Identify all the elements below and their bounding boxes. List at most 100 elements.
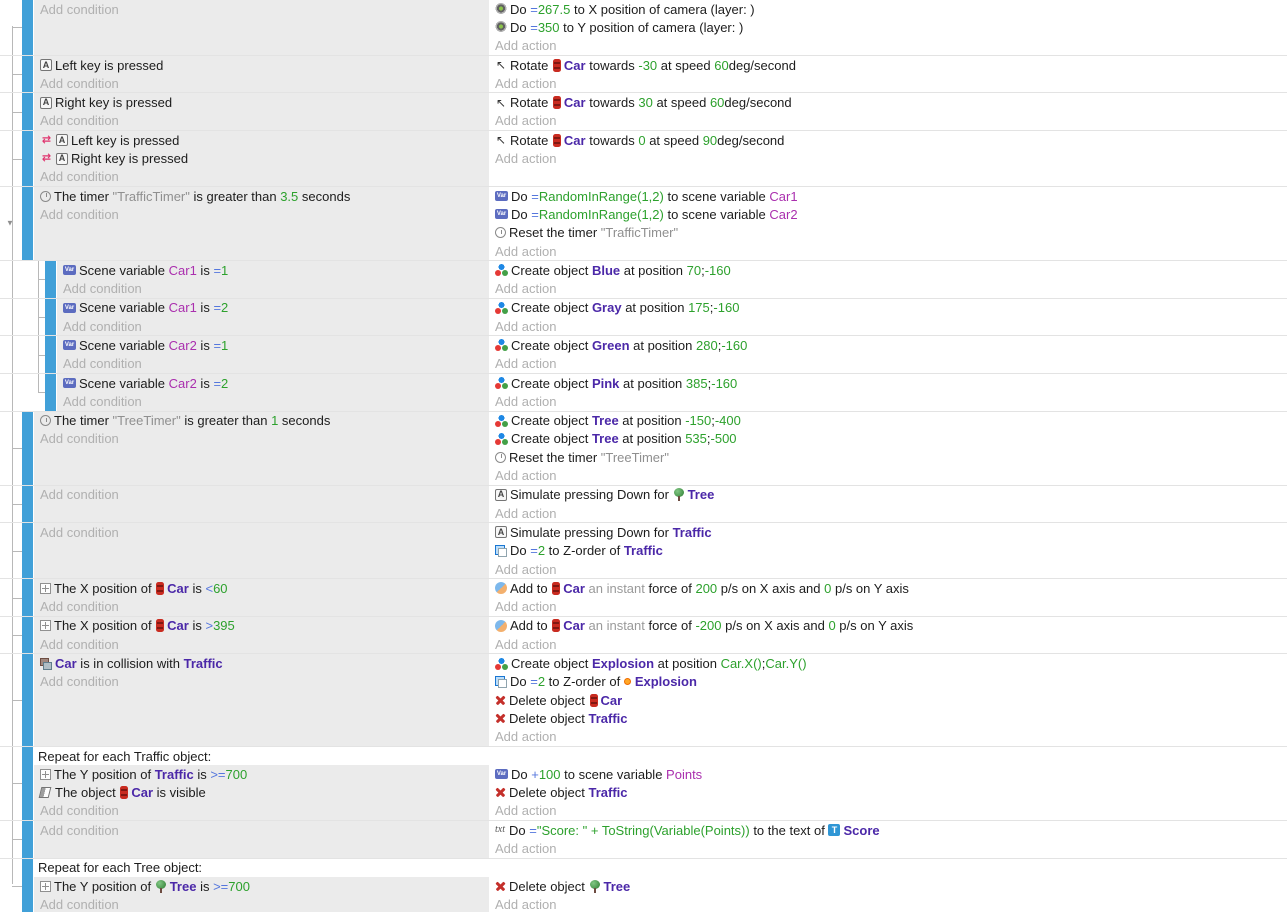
repeat-header[interactable]: Repeat for each Traffic object:	[34, 747, 1287, 765]
event-selection-bar[interactable]	[22, 654, 33, 745]
add-action-button[interactable]: Add action	[491, 895, 1287, 912]
add-condition-button[interactable]: Add condition	[57, 317, 489, 335]
add-action-button[interactable]: Add action	[491, 504, 1287, 522]
add-action-button[interactable]: Add action	[491, 74, 1287, 92]
action[interactable]: Do =267.5 to X position of camera (layer…	[491, 0, 1287, 18]
add-action-button[interactable]: Add action	[491, 728, 1287, 746]
event-selection-bar[interactable]	[22, 187, 33, 260]
event-sheet[interactable]: Add conditionDo =267.5 to X position of …	[0, 0, 1287, 912]
add-condition-button[interactable]: Add condition	[34, 821, 489, 839]
event-selection-bar[interactable]	[22, 93, 33, 130]
event-selection-bar[interactable]	[45, 374, 56, 411]
condition[interactable]: The Y position of Traffic is >=700	[34, 765, 489, 783]
event-selection-bar[interactable]	[22, 617, 33, 654]
condition[interactable]: The X position of Car is >395	[34, 617, 489, 635]
action[interactable]: Create object Tree at position -150;-400	[491, 412, 1287, 430]
condition[interactable]: ⇄ALeft key is pressed	[34, 131, 489, 149]
condition[interactable]: ALeft key is pressed	[34, 56, 489, 74]
event-selection-bar[interactable]	[45, 261, 56, 298]
action[interactable]: ↖Rotate Car towards 0 at speed 90deg/sec…	[491, 131, 1287, 149]
event-selection-bar[interactable]	[22, 523, 33, 578]
add-condition-button[interactable]: Add condition	[34, 0, 489, 18]
add-action-button[interactable]: Add action	[491, 149, 1287, 167]
condition[interactable]: The Y position of Tree is >=700	[34, 877, 489, 895]
action[interactable]: ↖Rotate Car towards 30 at speed 60deg/se…	[491, 93, 1287, 111]
add-action-button[interactable]: Add action	[491, 355, 1287, 373]
event-selection-bar[interactable]	[45, 336, 56, 373]
add-action-button[interactable]: Add action	[491, 112, 1287, 130]
add-condition-button[interactable]: Add condition	[57, 392, 489, 410]
add-action-button[interactable]: Add action	[491, 635, 1287, 653]
add-condition-button[interactable]: Add condition	[34, 635, 489, 653]
add-action-button[interactable]: Add action	[491, 279, 1287, 297]
condition[interactable]: VarScene variable Car1 is =2	[57, 299, 489, 317]
action[interactable]: Add to Car an instant force of 200 p/s o…	[491, 579, 1287, 597]
add-action-button[interactable]: Add action	[491, 392, 1287, 410]
add-condition-button[interactable]: Add condition	[34, 673, 489, 691]
action[interactable]: Create object Blue at position 70;-160	[491, 261, 1287, 279]
add-action-button[interactable]: Add action	[491, 839, 1287, 857]
action[interactable]: Add to Car an instant force of -200 p/s …	[491, 617, 1287, 635]
action[interactable]: Delete object Car	[491, 691, 1287, 709]
action[interactable]: VarDo +100 to scene variable Points	[491, 765, 1287, 783]
collapse-arrow-icon[interactable]: ▼	[6, 219, 14, 227]
event-selection-bar[interactable]	[22, 0, 33, 55]
add-condition-button[interactable]: Add condition	[34, 430, 489, 448]
add-condition-button[interactable]: Add condition	[34, 112, 489, 130]
add-condition-button[interactable]: Add condition	[34, 802, 489, 820]
action[interactable]: Create object Green at position 280;-160	[491, 336, 1287, 354]
event-selection-bar[interactable]	[22, 747, 33, 820]
event-selection-bar[interactable]	[22, 821, 33, 858]
add-action-button[interactable]: Add action	[491, 560, 1287, 578]
add-condition-button[interactable]: Add condition	[34, 523, 489, 541]
action[interactable]: Do =2 to Z-order of Traffic	[491, 542, 1287, 560]
condition[interactable]: VarScene variable Car2 is =2	[57, 374, 489, 392]
condition[interactable]: VarScene variable Car1 is =1	[57, 261, 489, 279]
action[interactable]: Reset the timer "TrafficTimer"	[491, 224, 1287, 242]
action[interactable]: Do =2 to Z-order of Explosion	[491, 673, 1287, 691]
action[interactable]: ASimulate pressing Down for Tree	[491, 486, 1287, 504]
event-selection-bar[interactable]	[22, 859, 33, 912]
condition[interactable]: VarScene variable Car2 is =1	[57, 336, 489, 354]
add-action-button[interactable]: Add action	[491, 466, 1287, 484]
add-condition-button[interactable]: Add condition	[34, 895, 489, 912]
event-selection-bar[interactable]	[22, 579, 33, 616]
event-selection-bar[interactable]	[22, 412, 33, 485]
action[interactable]: ↖Rotate Car towards -30 at speed 60deg/s…	[491, 56, 1287, 74]
action[interactable]: Delete object Traffic	[491, 783, 1287, 801]
condition[interactable]: ARight key is pressed	[34, 93, 489, 111]
event-selection-bar[interactable]	[22, 486, 33, 523]
condition[interactable]: ⇄ARight key is pressed	[34, 149, 489, 167]
add-action-button[interactable]: Add action	[491, 37, 1287, 55]
action[interactable]: Delete object Tree	[491, 877, 1287, 895]
action[interactable]: Create object Pink at position 385;-160	[491, 374, 1287, 392]
action[interactable]: txtDo ="Score: " + ToString(Variable(Poi…	[491, 821, 1287, 839]
condition[interactable]: The X position of Car is <60	[34, 579, 489, 597]
add-action-button[interactable]: Add action	[491, 802, 1287, 820]
action[interactable]: Do =350 to Y position of camera (layer: …	[491, 18, 1287, 36]
event-selection-bar[interactable]	[22, 56, 33, 93]
add-condition-button[interactable]: Add condition	[57, 279, 489, 297]
add-condition-button[interactable]: Add condition	[34, 168, 489, 186]
repeat-header[interactable]: Repeat for each Tree object:	[34, 859, 1287, 877]
action[interactable]: ASimulate pressing Down for Traffic	[491, 523, 1287, 541]
condition[interactable]: Car is in collision with Traffic	[34, 654, 489, 672]
action[interactable]: VarDo =RandomInRange(1,2) to scene varia…	[491, 205, 1287, 223]
action[interactable]: Create object Gray at position 175;-160	[491, 299, 1287, 317]
action[interactable]: Create object Tree at position 535;-500	[491, 430, 1287, 448]
add-action-button[interactable]: Add action	[491, 317, 1287, 335]
condition[interactable]: The timer "TrafficTimer" is greater than…	[34, 187, 489, 205]
add-condition-button[interactable]: Add condition	[34, 205, 489, 223]
action[interactable]: Reset the timer "TreeTimer"	[491, 448, 1287, 466]
add-action-button[interactable]: Add action	[491, 598, 1287, 616]
add-action-button[interactable]: Add action	[491, 242, 1287, 260]
event-selection-bar[interactable]	[45, 299, 56, 336]
add-condition-button[interactable]: Add condition	[57, 355, 489, 373]
add-condition-button[interactable]: Add condition	[34, 598, 489, 616]
condition[interactable]: The timer "TreeTimer" is greater than 1 …	[34, 412, 489, 430]
action[interactable]: Delete object Traffic	[491, 709, 1287, 727]
add-condition-button[interactable]: Add condition	[34, 74, 489, 92]
action[interactable]: Create object Explosion at position Car.…	[491, 654, 1287, 672]
event-selection-bar[interactable]	[22, 131, 33, 186]
condition[interactable]: The object Car is visible	[34, 783, 489, 801]
